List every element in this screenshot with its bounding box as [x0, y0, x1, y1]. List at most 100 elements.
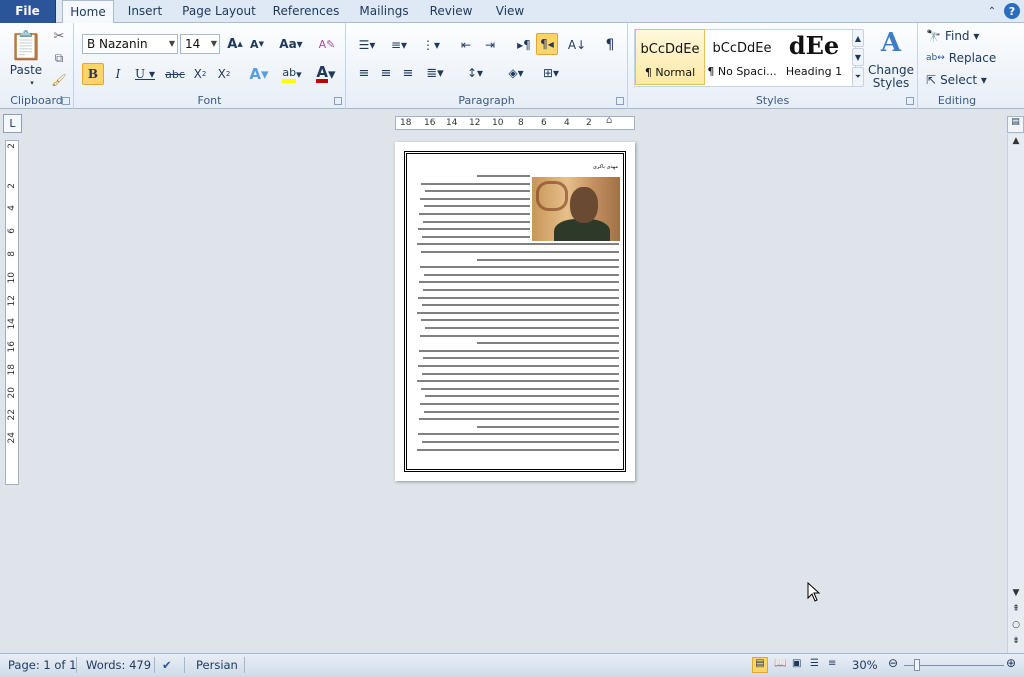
zoom-out-icon[interactable]: ⊖ [888, 656, 898, 670]
subscript-icon[interactable]: X2 [190, 63, 210, 85]
select-button[interactable]: ⇱ Select ▾ [926, 71, 996, 89]
zoom-slider-thumb[interactable] [914, 659, 920, 671]
tab-view[interactable]: View [490, 0, 530, 23]
rtl-direction-icon[interactable]: ¶◂ [536, 33, 558, 55]
font-size-select[interactable]: 14 ▼ [180, 34, 220, 54]
view-ruler-icon[interactable]: ▤ [1007, 116, 1024, 133]
borders-icon[interactable]: ⊞▾ [536, 63, 566, 83]
outline-icon[interactable]: ☰ [810, 658, 819, 669]
zoom-level[interactable]: 30% [852, 658, 878, 672]
strikethrough-icon[interactable]: abc [164, 63, 186, 85]
justify-icon[interactable]: ≣▾ [422, 63, 448, 83]
font-color-icon[interactable]: A ▾ [312, 63, 340, 85]
styles-more-icon[interactable]: ⏷ [852, 67, 864, 87]
text-line [420, 334, 619, 337]
sort-icon[interactable]: A↓ [566, 35, 588, 55]
text-line [422, 372, 619, 375]
zoom-in-icon[interactable]: ⊕ [1006, 656, 1016, 670]
decrease-indent-icon[interactable]: ⇤ [456, 35, 476, 55]
indent-marker-icon[interactable]: ⌂ [606, 115, 612, 126]
language-indicator[interactable]: Persian [196, 658, 238, 672]
help-icon[interactable]: ? [1004, 3, 1020, 19]
text-line [423, 357, 619, 360]
tab-insert[interactable]: Insert [124, 0, 166, 23]
tab-mailings[interactable]: Mailings [354, 0, 414, 23]
text-effects-icon[interactable]: A▾ [246, 63, 272, 85]
horizontal-ruler[interactable]: 18 16 14 12 10 8 6 4 2 ⌂ [395, 115, 635, 130]
underline-icon[interactable]: U ▾ [132, 63, 158, 85]
ruler-tick: 14 [7, 318, 17, 330]
shrink-font-icon[interactable]: A ▼ [248, 35, 266, 53]
tab-references[interactable]: References [272, 0, 340, 23]
tab-file[interactable]: File [0, 0, 56, 23]
line-spacing-icon[interactable]: ↕▾ [462, 63, 488, 83]
align-left-icon[interactable]: ≡ [354, 63, 374, 83]
font-name-select[interactable]: B Nazanin ▼ [82, 34, 178, 54]
browse-object-icon[interactable]: ○ [1008, 620, 1024, 634]
align-center-icon[interactable]: ≡ [376, 63, 396, 83]
page-count[interactable]: Page: 1 of 1 [8, 658, 76, 672]
tab-home[interactable]: Home [62, 0, 114, 24]
bullets-icon[interactable]: ☰▾ [354, 35, 380, 55]
grow-font-icon[interactable]: A ▲ [226, 35, 244, 53]
status-separator [184, 657, 185, 673]
multilevel-list-icon[interactable]: ⋮▾ [418, 35, 444, 55]
show-paragraph-marks-icon[interactable]: ¶ [600, 35, 620, 55]
italic-icon[interactable]: I [108, 63, 128, 85]
status-separator [154, 657, 155, 673]
style-heading-1[interactable]: dEe Heading 1 [779, 29, 849, 85]
styles-scroll-up-icon[interactable]: ▲ [852, 29, 864, 47]
clipboard-launcher-icon[interactable] [62, 97, 70, 105]
superscript-icon[interactable]: X2 [214, 63, 234, 85]
tab-stop-selector[interactable]: L [3, 114, 22, 133]
tab-page-layout[interactable]: Page Layout [180, 0, 258, 23]
vertical-scrollbar[interactable]: ▲ ▼ ⇞ ○ ⇟ [1007, 134, 1024, 653]
vertical-ruler[interactable]: 2 2 4 6 8 10 12 14 16 18 20 22 24 [5, 140, 19, 485]
copy-icon[interactable]: ⧉ [50, 49, 68, 67]
full-screen-reading-icon[interactable]: 📖 [774, 658, 786, 669]
style-heading-1-preview: dEe [788, 31, 840, 60]
styles-scroll-down-icon[interactable]: ▼ [852, 48, 864, 66]
style-no-spacing[interactable]: bCcDdEe ¶ No Spaci... [707, 29, 777, 85]
bold-icon[interactable]: B [82, 63, 104, 85]
format-painter-icon[interactable]: 🖌 [50, 71, 68, 89]
change-styles-icon[interactable]: A [874, 27, 908, 59]
font-launcher-icon[interactable] [334, 97, 342, 105]
web-layout-icon[interactable]: ▣ [792, 658, 801, 669]
change-case-icon[interactable]: Aa▾ [278, 35, 304, 53]
cut-icon[interactable]: ✂ [50, 27, 68, 45]
text-line [425, 190, 530, 193]
styles-launcher-icon[interactable] [906, 97, 914, 105]
ruler-tick: 10 [492, 118, 504, 128]
scroll-up-icon[interactable]: ▲ [1008, 136, 1024, 150]
paste-icon[interactable]: 📋 [8, 27, 44, 63]
proofing-icon[interactable]: ✔ [162, 658, 172, 672]
next-page-icon[interactable]: ⇟ [1008, 636, 1024, 650]
paragraph-launcher-icon[interactable] [616, 97, 624, 105]
portrait-image [532, 177, 620, 241]
replace-button[interactable]: ab↔ Replace [926, 49, 996, 67]
change-styles-label-1[interactable]: Change [866, 63, 916, 77]
numbering-icon[interactable]: ≡▾ [386, 35, 412, 55]
paste-dropdown-icon[interactable]: ▾ [28, 79, 36, 87]
increase-indent-icon[interactable]: ⇥ [480, 35, 500, 55]
minimize-ribbon-icon[interactable]: ⌃ [984, 3, 1000, 19]
ltr-direction-icon[interactable]: ▸¶ [514, 35, 534, 55]
status-separator [244, 657, 245, 673]
tab-review[interactable]: Review [428, 0, 474, 23]
shading-icon[interactable]: ◈▾ [502, 63, 530, 83]
scroll-down-icon[interactable]: ▼ [1008, 588, 1024, 602]
change-styles-label-2[interactable]: Styles [866, 76, 916, 90]
print-layout-icon[interactable]: ▤ [752, 657, 768, 673]
style-normal[interactable]: bCcDdEe ¶ Normal [635, 29, 705, 85]
find-button[interactable]: 🔭 Find ▾ [926, 27, 990, 45]
paste-button-label[interactable]: Paste [6, 63, 46, 77]
word-count[interactable]: Words: 479 [86, 658, 151, 672]
draft-icon[interactable]: ≡ [828, 658, 836, 669]
previous-page-icon[interactable]: ⇞ [1008, 604, 1024, 618]
text-line [420, 197, 530, 200]
highlight-icon[interactable]: ab ▾ [278, 63, 306, 85]
clear-formatting-icon[interactable]: A✎ [318, 35, 336, 53]
document-page[interactable]: مهدی باکری [395, 142, 635, 481]
align-right-icon[interactable]: ≡ [398, 63, 418, 83]
